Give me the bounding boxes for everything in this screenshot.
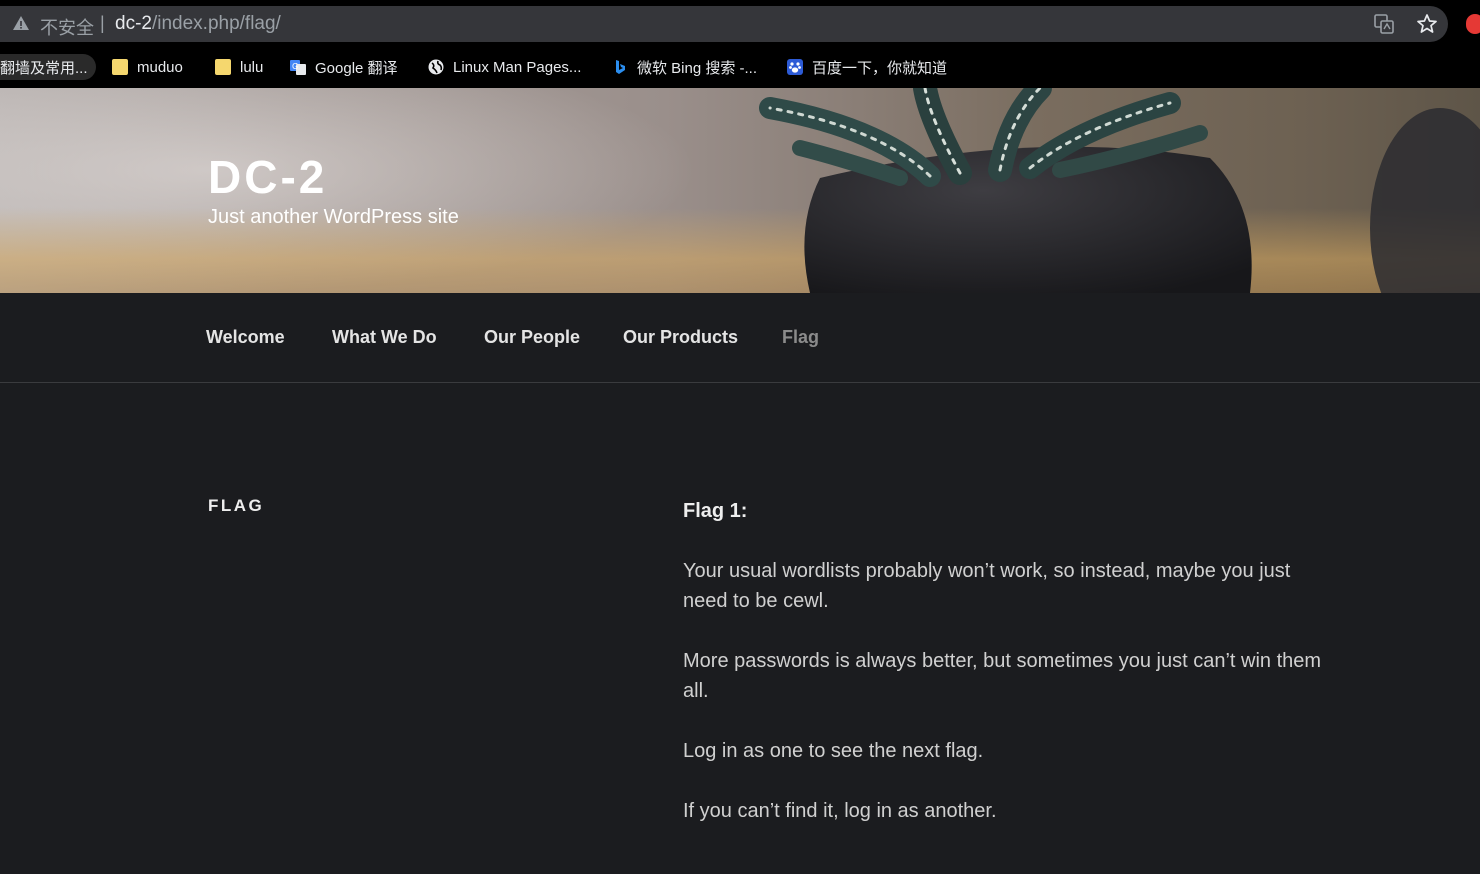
- nav-item-flag[interactable]: Flag: [782, 327, 819, 348]
- bookmark-google-translate[interactable]: G Google 翻译: [290, 54, 398, 80]
- baidu-icon: [787, 59, 803, 75]
- entry-title: Flag 1:: [683, 500, 748, 522]
- site-title[interactable]: DC-2: [208, 150, 327, 204]
- translate-icon[interactable]: [1373, 13, 1395, 35]
- address-bar[interactable]: 不安全 | dc-2/index.php/flag/: [0, 6, 1448, 42]
- bookmarks-bar: 翻墙及常用... muduo lulu G Google 翻译 Linux Ma…: [0, 47, 1480, 88]
- bookmark-folder-lulu[interactable]: lulu: [215, 54, 263, 80]
- entry-paragraph: More passwords is always better, but som…: [683, 650, 1322, 702]
- extension-icon[interactable]: [1466, 14, 1480, 34]
- bookmark-label: 微软 Bing 搜索 -...: [637, 59, 758, 77]
- entry-paragraph: Log in as one to see the next flag.: [683, 740, 984, 762]
- site-description: Just another WordPress site: [208, 206, 459, 228]
- bookmark-label: Google 翻译: [315, 59, 398, 77]
- bookmark-label: muduo: [137, 58, 183, 76]
- url-path: /index.php/flag/: [151, 13, 281, 34]
- bookmark-label: 翻墙及常用...: [0, 59, 88, 77]
- entry-paragraph: Your usual wordlists probably won’t work…: [683, 560, 1291, 612]
- google-translate-icon: G: [290, 60, 306, 75]
- bookmark-linux-man-pages[interactable]: Linux Man Pages...: [428, 54, 581, 80]
- address-separator: |: [100, 13, 105, 33]
- insecure-label[interactable]: 不安全: [40, 14, 94, 40]
- url-host: dc-2: [115, 13, 152, 34]
- bookmark-label: 百度一下，你就知道: [812, 59, 948, 77]
- entry-content: Flag 1: Your usual wordlists probably wo…: [683, 496, 1323, 856]
- bookmark-baidu[interactable]: 百度一下，你就知道: [787, 54, 947, 80]
- folder-icon: [215, 59, 231, 75]
- nav-item-our-products[interactable]: Our Products: [623, 327, 738, 348]
- bookmark-bing[interactable]: 微软 Bing 搜索 -...: [612, 54, 757, 80]
- globe-icon: [428, 59, 444, 75]
- nav-item-welcome[interactable]: Welcome: [206, 327, 285, 348]
- nav-item-our-people[interactable]: Our People: [484, 327, 580, 348]
- bookmark-star-icon[interactable]: [1415, 12, 1439, 36]
- bookmark-folder-muduo[interactable]: muduo: [112, 54, 183, 80]
- folder-icon: [112, 59, 128, 75]
- url-text[interactable]: dc-2/index.php/flag/: [115, 13, 281, 35]
- bing-icon: [616, 60, 625, 74]
- site-header: DC-2 Just another WordPress site: [0, 88, 1480, 293]
- bookmark-label: lulu: [240, 58, 264, 76]
- warning-icon[interactable]: [12, 14, 30, 32]
- entry-paragraph: If you can’t find it, log in as another.: [683, 800, 997, 822]
- browser-toolbar: 不安全 | dc-2/index.php/flag/: [0, 0, 1480, 47]
- nav-item-what-we-do[interactable]: What We Do: [332, 327, 437, 348]
- main-navigation: Welcome What We Do Our People Our Produc…: [0, 293, 1480, 383]
- svg-text:G: G: [292, 62, 298, 71]
- bookmark-label: Linux Man Pages...: [453, 58, 582, 76]
- page-title: FLAG: [208, 496, 265, 515]
- bookmark-folder-proxy[interactable]: 翻墙及常用...: [0, 54, 96, 80]
